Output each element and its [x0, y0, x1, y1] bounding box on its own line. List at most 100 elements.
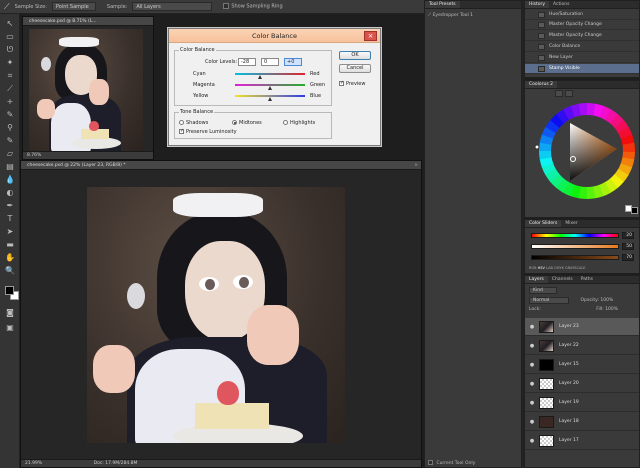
shape-tool-icon[interactable]: ▬ [3, 239, 17, 250]
coolorus-fg-swatch[interactable] [631, 207, 638, 214]
ok-button[interactable]: OK [339, 51, 371, 60]
wheel-mode-icon[interactable] [555, 90, 563, 97]
layer-visibility-eye-icon[interactable]: ● [528, 318, 536, 336]
tool-presets-tab[interactable]: Tool Presets [425, 1, 460, 8]
history-item[interactable]: New Layer [525, 53, 639, 63]
brush-tool-icon[interactable]: ✎ [3, 109, 17, 120]
history-item[interactable]: Master Opacity Change [525, 31, 639, 41]
cyan-red-slider-thumb[interactable] [257, 75, 262, 79]
eyedropper-icon[interactable]: ⟋ [3, 83, 17, 94]
mode-lab[interactable]: LAB [546, 266, 553, 270]
layer-visibility-eye-icon[interactable]: ● [528, 375, 536, 393]
type-tool-icon[interactable]: T [3, 213, 17, 224]
crop-tool-icon[interactable]: ⌗ [3, 70, 17, 81]
history-item[interactable]: Stamp Visible [525, 64, 639, 74]
hue-value[interactable]: 20 [622, 232, 634, 239]
healing-tool-icon[interactable]: + [3, 96, 17, 107]
layer-row[interactable]: ● Layer 18 [525, 413, 639, 431]
layer-row[interactable]: ● Layer 17 [525, 432, 639, 450]
magic-wand-tool-icon[interactable]: ✦ [3, 57, 17, 68]
highlights-radio[interactable] [283, 120, 288, 125]
layer-filter[interactable]: Kind [529, 287, 557, 294]
dialog-titlebar[interactable]: Color Balance × [169, 29, 380, 43]
kind-filter-select[interactable]: Kind [529, 287, 557, 294]
color-sliders-tab[interactable]: Color Sliders [525, 220, 562, 227]
brightness-slider[interactable] [531, 255, 619, 260]
hand-tool-icon[interactable]: ✋ [3, 252, 17, 263]
eyedropper-tool-icon[interactable]: ⟋ [4, 2, 10, 12]
current-tool-only-checkbox[interactable] [428, 460, 433, 465]
color-wheel[interactable] [525, 89, 640, 218]
hue-slider[interactable] [531, 233, 619, 238]
tool-preset-item[interactable]: ⟋ Eyedropper Tool 1 [428, 12, 473, 18]
layer-visibility-eye-icon[interactable]: ● [528, 356, 536, 374]
main-doc-tab[interactable]: cheesecake.psd @ 22% (Layer 23, RGB/8) *… [21, 161, 421, 170]
layer-row[interactable]: ● Layer 23 [525, 318, 639, 336]
quick-mask-icon[interactable]: ◙ [3, 307, 17, 318]
eraser-tool-icon[interactable]: ▱ [3, 148, 17, 159]
layer-visibility-eye-icon[interactable]: ● [528, 337, 536, 355]
history-tab[interactable]: History [525, 1, 550, 8]
preserve-luminosity-checkbox[interactable]: ✓ [179, 129, 184, 134]
main-doc-artwork[interactable] [87, 187, 345, 443]
layer-row[interactable]: ● Layer 15 [525, 356, 639, 374]
mode-hsv[interactable]: HSV [538, 266, 545, 270]
wheel-options-icon[interactable] [565, 90, 573, 97]
layer-row[interactable]: ● Layer 19 [525, 394, 639, 412]
saturation-slider[interactable] [531, 244, 619, 249]
main-doc-close-icon[interactable]: × [414, 161, 418, 169]
midtones-radio[interactable] [232, 120, 237, 125]
lasso-tool-icon[interactable]: ᘎ [3, 44, 17, 55]
mode-grayscale[interactable]: GRAYSCALE [565, 266, 585, 270]
small-doc-tab[interactable]: cheesecake.psd @ 8.71% (L... [23, 17, 153, 26]
actions-tab[interactable]: Actions [549, 1, 573, 8]
layer-visibility-eye-icon[interactable]: ● [528, 432, 536, 450]
level-magenta-green-input[interactable]: 0 [261, 58, 279, 66]
layers-tab[interactable]: Layers [525, 276, 548, 283]
move-tool-icon[interactable]: ↖ [3, 18, 17, 29]
sample-select[interactable]: All Layers [132, 2, 213, 11]
shadows-radio[interactable] [179, 120, 184, 125]
small-doc-zoom[interactable]: 8.76% [27, 153, 41, 158]
opacity-value[interactable]: 100% [600, 298, 613, 303]
yellow-blue-slider-thumb[interactable] [267, 97, 272, 101]
history-item[interactable]: Hue/Saturation [525, 10, 639, 20]
show-sampling-ring-option[interactable]: Show Sampling Ring [223, 3, 283, 10]
mode-rgb[interactable]: RGB [529, 266, 537, 270]
layer-row[interactable]: ● Layer 22 [525, 337, 639, 355]
main-doc-zoom[interactable]: 21.99% [25, 461, 42, 466]
preview-checkbox[interactable]: ✓ [339, 81, 344, 86]
current-tool-only-option[interactable]: Current Tool Only [428, 460, 475, 466]
magenta-green-slider-thumb[interactable] [267, 86, 272, 90]
cancel-button[interactable]: Cancel [339, 64, 371, 73]
blend-mode-select[interactable]: Normal [529, 297, 569, 304]
screen-mode-icon[interactable]: ▣ [3, 322, 17, 333]
layer-visibility-eye-icon[interactable]: ● [528, 394, 536, 412]
gradient-tool-icon[interactable]: ▤ [3, 161, 17, 172]
small-doc-artwork[interactable] [29, 29, 143, 151]
level-yellow-blue-input[interactable]: +0 [284, 58, 302, 66]
blur-tool-icon[interactable]: 💧 [3, 174, 17, 185]
layer-row[interactable]: ● Layer 20 [525, 375, 639, 393]
sample-size-select[interactable]: Point Sample [51, 2, 96, 11]
cyan-red-slider-track[interactable] [235, 73, 305, 75]
history-item[interactable]: Color Balance [525, 42, 639, 52]
fill-value[interactable]: 100% [605, 307, 618, 312]
marquee-tool-icon[interactable]: ▭ [3, 31, 17, 42]
history-brush-tool-icon[interactable]: ✎ [3, 135, 17, 146]
dialog-close-button[interactable]: × [364, 31, 377, 41]
mode-cmyk[interactable]: CMYK [554, 266, 564, 270]
history-item[interactable]: Master Opacity Change [525, 20, 639, 30]
mixer-tab[interactable]: Mixer [561, 220, 581, 227]
zoom-tool-icon[interactable]: 🔍 [3, 265, 17, 276]
foreground-color-swatch[interactable] [5, 286, 14, 295]
layer-visibility-eye-icon[interactable]: ● [528, 413, 536, 431]
path-selection-tool-icon[interactable]: ➤ [3, 226, 17, 237]
pen-tool-icon[interactable]: ✒ [3, 200, 17, 211]
show-sampling-ring-checkbox[interactable] [223, 3, 230, 10]
dodge-tool-icon[interactable]: ◐ [3, 187, 17, 198]
clone-stamp-tool-icon[interactable]: ⚲ [3, 122, 17, 133]
saturation-value[interactable]: 50 [622, 243, 634, 250]
level-cyan-red-input[interactable]: -28 [238, 58, 256, 66]
coolorus-tab[interactable]: Coolorus 2 [525, 81, 557, 88]
